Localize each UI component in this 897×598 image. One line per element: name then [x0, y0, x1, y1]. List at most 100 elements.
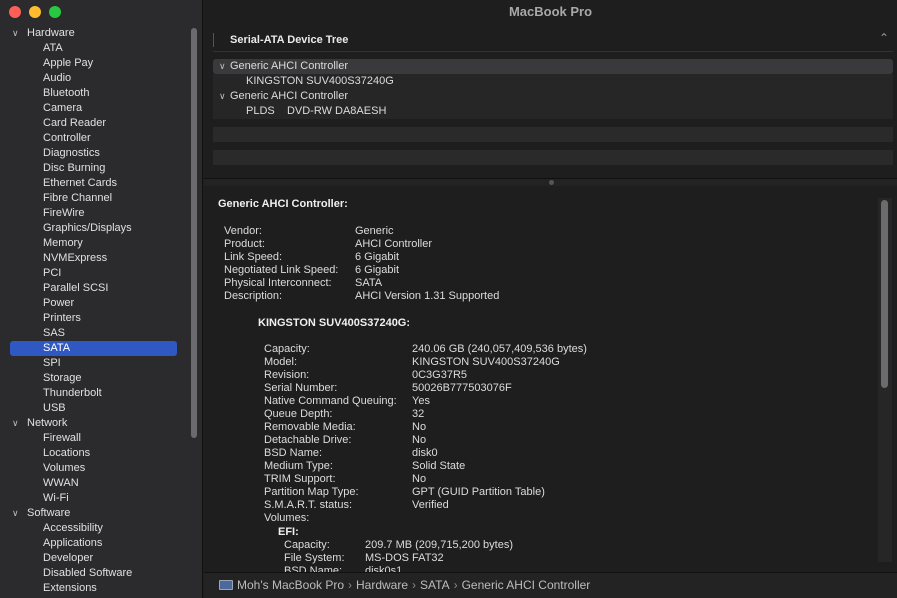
- sidebar-group-hardware[interactable]: ∨ Hardware: [0, 26, 190, 41]
- sidebar-item-printers[interactable]: Printers: [0, 311, 190, 326]
- field-key: Queue Depth:: [264, 408, 333, 420]
- device-tree-header[interactable]: Serial-ATA Device Tree ⌃: [213, 30, 893, 52]
- details-pane: Generic AHCI Controller: Vendor: Generic P…: [204, 186, 897, 572]
- sidebar-item-bluetooth[interactable]: Bluetooth: [0, 86, 190, 101]
- sidebar-scrollbar[interactable]: [191, 28, 197, 438]
- sidebar-item-sata[interactable]: SATA: [10, 341, 177, 356]
- close-window-button[interactable]: [9, 6, 21, 18]
- sidebar-item-audio[interactable]: Audio: [0, 71, 190, 86]
- details-scrollbar[interactable]: [881, 200, 888, 388]
- controller-label: Generic AHCI Controller: [230, 90, 348, 102]
- sidebar-item-wi-fi[interactable]: Wi-Fi: [0, 491, 190, 506]
- sidebar-item-label: Apple Pay: [43, 57, 94, 69]
- details-title: Generic AHCI Controller:: [218, 198, 348, 210]
- row-spacer: [213, 142, 893, 150]
- field-key: Physical Interconnect:: [224, 277, 332, 289]
- disclosure-open-icon[interactable]: ∨: [12, 506, 19, 521]
- field-key: Description:: [224, 290, 283, 302]
- sidebar-item-controller[interactable]: Controller: [0, 131, 190, 146]
- field-value: 32: [412, 408, 425, 420]
- sidebar-item-apple-pay[interactable]: Apple Pay: [0, 56, 190, 71]
- sidebar-item-extensions[interactable]: Extensions: [0, 581, 190, 596]
- sidebar-item-applications[interactable]: Applications: [0, 536, 190, 551]
- sidebar-item-developer[interactable]: Developer: [0, 551, 190, 566]
- device-tree-controller[interactable]: ∨ Generic AHCI Controller: [213, 89, 893, 104]
- sidebar-item-power[interactable]: Power: [0, 296, 190, 311]
- sidebar-item-firewall[interactable]: Firewall: [0, 431, 190, 446]
- sidebar-item-usb[interactable]: USB: [0, 401, 190, 416]
- splitter-handle[interactable]: [549, 180, 554, 185]
- sidebar-item-label: Disc Burning: [43, 162, 106, 174]
- field-key: Removable Media:: [264, 421, 356, 433]
- chevron-up-icon[interactable]: ⌃: [879, 31, 889, 45]
- sidebar-item-graphics-displays[interactable]: Graphics/Displays: [0, 221, 190, 236]
- sidebar-group-label: Hardware: [27, 27, 75, 39]
- sidebar-item-parallel-scsi[interactable]: Parallel SCSI: [0, 281, 190, 296]
- breadcrumb-item-generic-ahci-controller[interactable]: Generic AHCI Controller: [462, 578, 591, 592]
- field-value: disk0: [412, 447, 438, 459]
- sidebar-item-label: WWAN: [43, 477, 79, 489]
- disclosure-open-icon[interactable]: ∨: [219, 89, 226, 104]
- sidebar-item-label: Fibre Channel: [43, 192, 113, 204]
- breadcrumb-separator: ›: [412, 578, 417, 592]
- breadcrumb-item-sata[interactable]: SATA: [420, 578, 450, 592]
- field-key: Link Speed:: [224, 251, 283, 263]
- sidebar-item-label: PCI: [43, 267, 62, 279]
- field-value: Generic: [355, 225, 394, 237]
- sidebar-item-label: Camera: [43, 102, 83, 114]
- sidebar-item-diagnostics[interactable]: Diagnostics: [0, 146, 190, 161]
- sidebar-item-locations[interactable]: Locations: [0, 446, 190, 461]
- device-tree: ∨ Generic AHCI Controller KINGSTON SUV400S…: [213, 59, 893, 165]
- sidebar-item-camera[interactable]: Camera: [0, 101, 190, 116]
- sidebar-item-sas[interactable]: SAS: [0, 326, 190, 341]
- sidebar-item-label: Diagnostics: [43, 147, 100, 159]
- device-tree-device[interactable]: KINGSTON SUV400S37240G: [213, 74, 893, 89]
- volume-title: EFI:: [278, 526, 299, 538]
- window-controls: [9, 6, 61, 18]
- disclosure-open-icon[interactable]: ∨: [12, 416, 19, 431]
- sidebar-item-firewire[interactable]: FireWire: [0, 206, 190, 221]
- field-value: GPT (GUID Partition Table): [412, 486, 545, 498]
- sidebar-item-pci[interactable]: PCI: [0, 266, 190, 281]
- sidebar-group-network[interactable]: ∨ Network: [0, 416, 190, 431]
- sidebar-item-memory[interactable]: Memory: [0, 236, 190, 251]
- device-label: KINGSTON SUV400S37240G: [246, 75, 394, 87]
- breadcrumb-item-hardware[interactable]: Hardware: [356, 578, 408, 592]
- sidebar-item-label: Memory: [43, 237, 83, 249]
- sidebar-item-disabled-software[interactable]: Disabled Software: [0, 566, 190, 581]
- sidebar-item-disc-burning[interactable]: Disc Burning: [0, 161, 190, 176]
- breadcrumb-separator: ›: [453, 578, 458, 592]
- sidebar: ∨ Hardware ATA Apple Pay Audio Bluetooth Camer…: [0, 0, 203, 598]
- field-value: 209.7 MB (209,715,200 bytes): [365, 539, 513, 551]
- sidebar-group-software[interactable]: ∨ Software: [0, 506, 190, 521]
- device-tree-device[interactable]: PLDS DVD-RW DA8AESH: [213, 104, 893, 119]
- field-value: No: [412, 473, 427, 485]
- minimize-window-button[interactable]: [29, 6, 41, 18]
- field-value: Verified: [412, 499, 449, 511]
- zoom-window-button[interactable]: [49, 6, 61, 18]
- sidebar-item-label: SAS: [43, 327, 66, 339]
- device-tree-controller[interactable]: ∨ Generic AHCI Controller: [213, 59, 893, 74]
- sidebar-item-ata[interactable]: ATA: [0, 41, 190, 56]
- sidebar-item-ethernet-cards[interactable]: Ethernet Cards: [0, 176, 190, 191]
- sidebar-item-storage[interactable]: Storage: [0, 371, 190, 386]
- pane-splitter[interactable]: [204, 178, 897, 186]
- sidebar-item-spi[interactable]: SPI: [0, 356, 190, 371]
- field-value: disk0s1: [365, 565, 403, 572]
- sidebar-item-label: Graphics/Displays: [43, 222, 132, 234]
- disclosure-open-icon[interactable]: ∨: [219, 59, 226, 74]
- sidebar-item-volumes[interactable]: Volumes: [0, 461, 190, 476]
- field-key: Serial Number:: [264, 382, 338, 394]
- disclosure-open-icon[interactable]: ∨: [12, 26, 19, 41]
- sidebar-item-card-reader[interactable]: Card Reader: [0, 116, 190, 131]
- sidebar-item-thunderbolt[interactable]: Thunderbolt: [0, 386, 190, 401]
- field-key: Capacity:: [264, 343, 310, 355]
- sidebar-item-label: Locations: [43, 447, 91, 459]
- breadcrumb-item-moh-s-macbook-pro[interactable]: Moh's MacBook Pro: [237, 578, 344, 592]
- field-key: BSD Name:: [284, 565, 343, 572]
- sidebar-item-wwan[interactable]: WWAN: [0, 476, 190, 491]
- sidebar-item-accessibility[interactable]: Accessibility: [0, 521, 190, 536]
- sidebar-item-fibre-channel[interactable]: Fibre Channel: [0, 191, 190, 206]
- sidebar-item-label: Extensions: [43, 582, 97, 594]
- sidebar-item-nvmexpress[interactable]: NVMExpress: [0, 251, 190, 266]
